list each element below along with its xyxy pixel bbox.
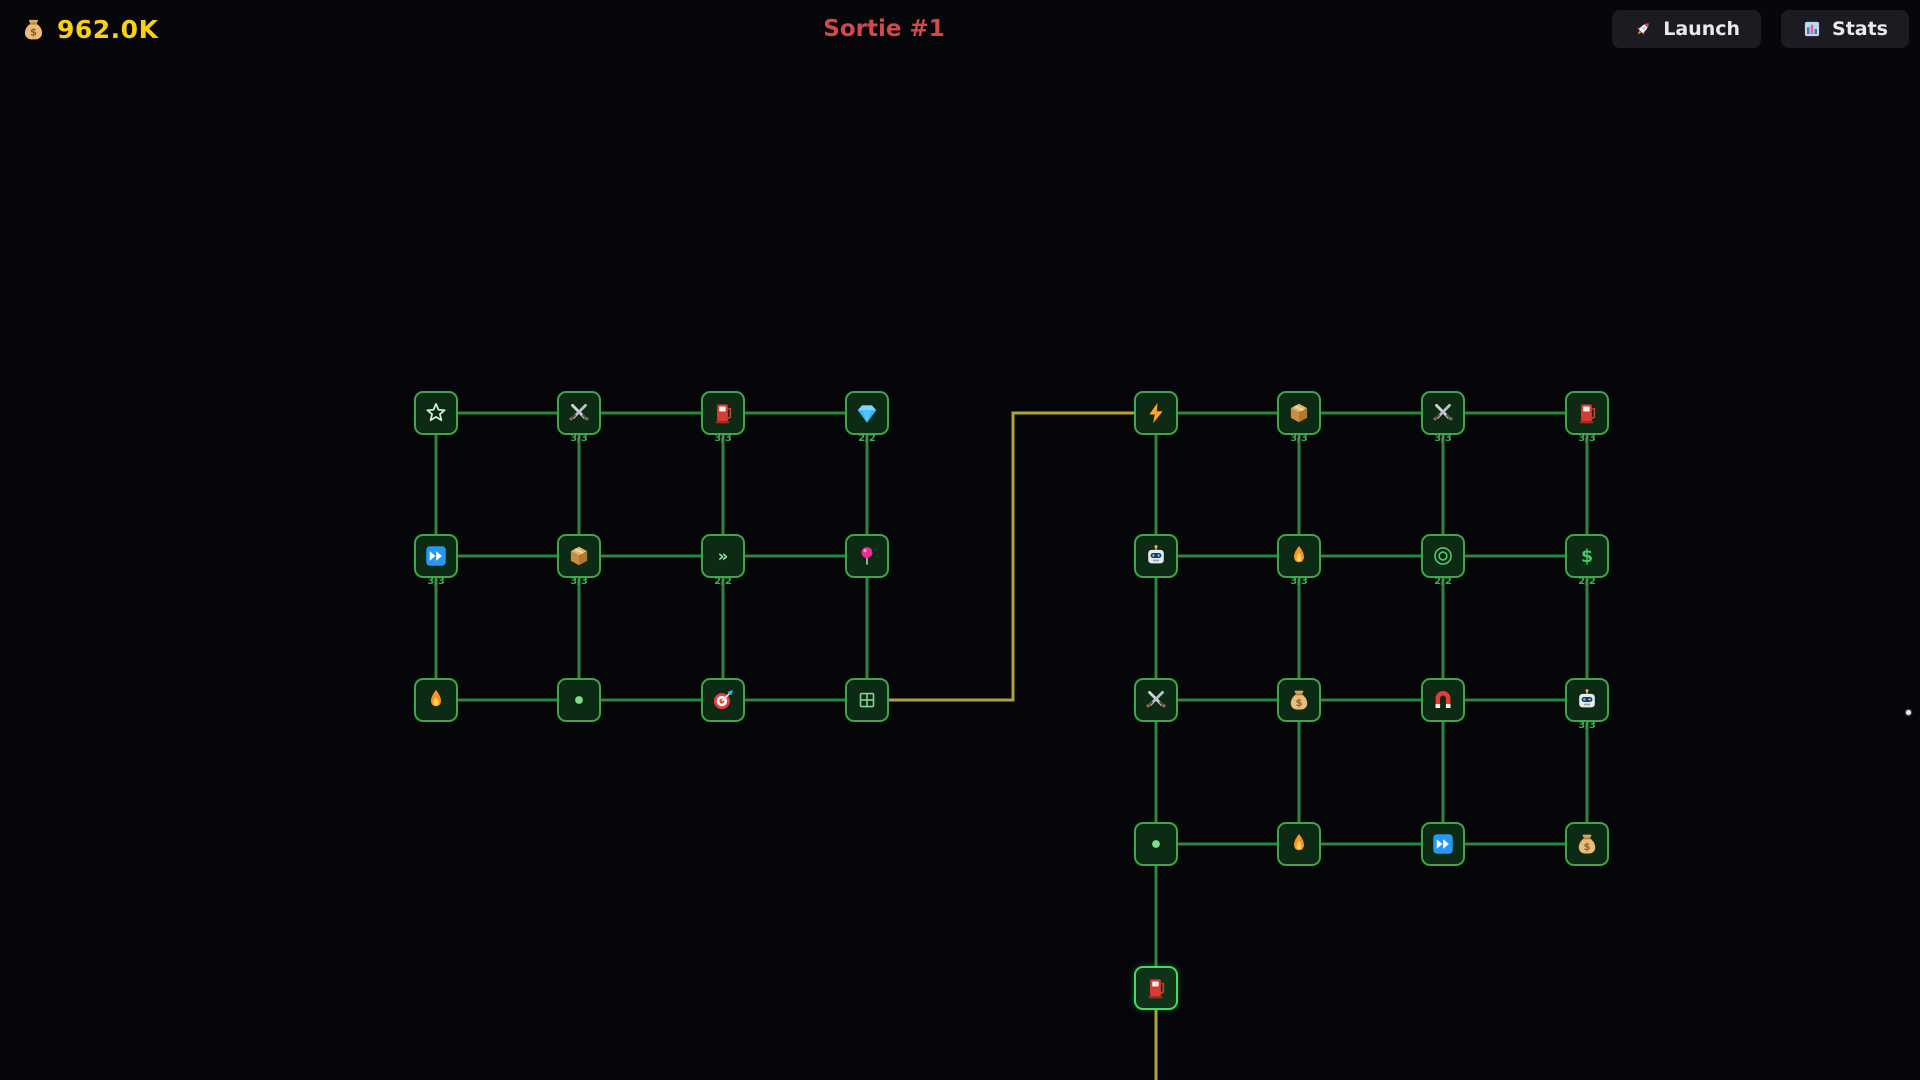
map-node-chevrons[interactable] xyxy=(701,534,745,578)
magnet-icon xyxy=(1430,687,1456,713)
dot-icon xyxy=(566,687,592,713)
currency-display: 962.0K xyxy=(20,15,158,44)
fuel-pump-icon xyxy=(1574,400,1600,426)
fast-forward-icon xyxy=(1430,831,1456,857)
node-map: 3/33/32/23/33/32/23/33/33/33/32/22/23/3 xyxy=(0,0,1920,1080)
map-node-moneybag[interactable] xyxy=(1565,822,1609,866)
map-node-grid[interactable] xyxy=(845,678,889,722)
map-node-package[interactable] xyxy=(557,534,601,578)
pushpin-icon xyxy=(854,543,880,569)
fire-icon xyxy=(1286,831,1312,857)
map-node-fire[interactable] xyxy=(1277,822,1321,866)
map-node-fuel[interactable] xyxy=(701,391,745,435)
crossed-swords-icon xyxy=(1430,400,1456,426)
map-node-gem[interactable] xyxy=(845,391,889,435)
map-node-package[interactable] xyxy=(1277,391,1321,435)
direct-hit-icon xyxy=(710,687,736,713)
fuel-pump-icon xyxy=(1143,975,1169,1001)
map-node-star[interactable] xyxy=(414,391,458,435)
map-edges xyxy=(0,0,1920,1080)
fuel-pump-icon xyxy=(710,400,736,426)
money-bag-icon xyxy=(1574,831,1600,857)
map-node-swords[interactable] xyxy=(1421,391,1465,435)
stats-button[interactable]: Stats xyxy=(1781,10,1909,48)
bar-chart-icon xyxy=(1802,19,1822,39)
package-icon xyxy=(1286,400,1312,426)
sortie-title: Sortie #1 xyxy=(823,16,944,42)
money-bag-icon xyxy=(1286,687,1312,713)
topbar-buttons: Launch Stats xyxy=(1612,10,1909,48)
map-node-dot[interactable] xyxy=(1134,822,1178,866)
map-node-fire[interactable] xyxy=(1277,534,1321,578)
map-node-swords[interactable] xyxy=(1134,678,1178,722)
map-node-fuel[interactable] xyxy=(1565,391,1609,435)
top-bar: 962.0K Sortie #1 Launch Stats xyxy=(0,0,1920,58)
circles-icon xyxy=(1430,543,1456,569)
lightning-icon xyxy=(1143,400,1169,426)
gem-icon xyxy=(854,400,880,426)
map-node-ff[interactable] xyxy=(1421,822,1465,866)
map-node-magnet[interactable] xyxy=(1421,678,1465,722)
fire-icon xyxy=(1286,543,1312,569)
map-node-bolt[interactable] xyxy=(1134,391,1178,435)
map-node-swords[interactable] xyxy=(557,391,601,435)
star-icon xyxy=(423,400,449,426)
map-node-robot[interactable] xyxy=(1134,534,1178,578)
currency-value: 962.0K xyxy=(57,15,158,44)
highlight-path xyxy=(867,413,1156,700)
launch-button-label: Launch xyxy=(1663,18,1740,40)
package-icon xyxy=(566,543,592,569)
fast-forward-icon xyxy=(423,543,449,569)
map-node-fire[interactable] xyxy=(414,678,458,722)
map-node-ff[interactable] xyxy=(414,534,458,578)
crossed-swords-icon xyxy=(1143,687,1169,713)
cursor-dot xyxy=(1906,710,1911,715)
robot-icon xyxy=(1574,687,1600,713)
map-node-pin[interactable] xyxy=(845,534,889,578)
map-node-dart[interactable] xyxy=(701,678,745,722)
robot-icon xyxy=(1143,543,1169,569)
double-chevron-icon xyxy=(710,543,736,569)
money-bag-icon xyxy=(20,16,47,43)
stats-button-label: Stats xyxy=(1832,18,1888,40)
fire-icon xyxy=(423,687,449,713)
map-node-fuel[interactable] xyxy=(1134,966,1178,1010)
crossed-swords-icon xyxy=(566,400,592,426)
rocket-icon xyxy=(1633,19,1653,39)
map-node-dollar[interactable] xyxy=(1565,534,1609,578)
dollar-icon xyxy=(1574,543,1600,569)
dot-icon xyxy=(1143,831,1169,857)
launch-button[interactable]: Launch xyxy=(1612,10,1761,48)
map-node-dot[interactable] xyxy=(557,678,601,722)
map-node-moneybag[interactable] xyxy=(1277,678,1321,722)
map-node-robot[interactable] xyxy=(1565,678,1609,722)
map-node-circles[interactable] xyxy=(1421,534,1465,578)
grid-icon xyxy=(854,687,880,713)
